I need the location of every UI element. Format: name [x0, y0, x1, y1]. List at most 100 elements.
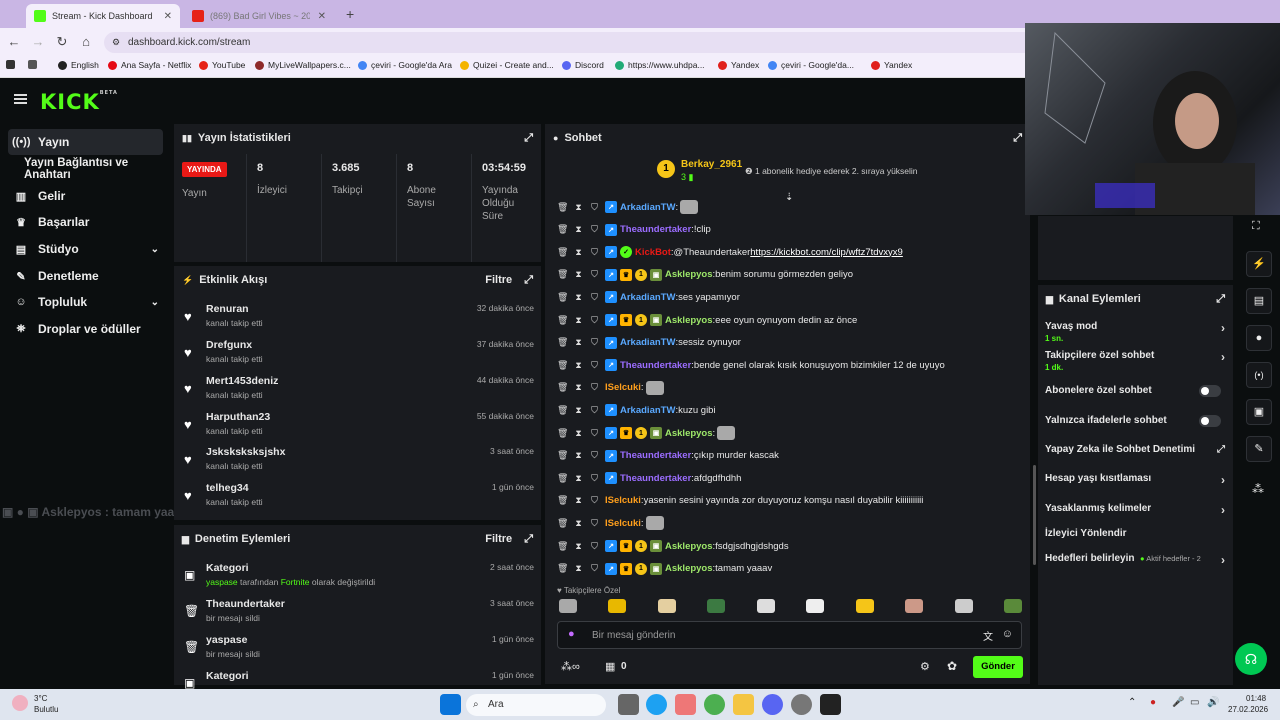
delete-message-icon[interactable]: 🗑: [557, 518, 568, 529]
chat-username[interactable]: Asklepyos: [665, 541, 713, 552]
chat-username[interactable]: Theaundertaker: [620, 224, 691, 235]
banned-words-row[interactable]: Yasaklanmış kelimeler ›: [1045, 503, 1225, 517]
ban-icon[interactable]: ⛉: [589, 315, 600, 326]
sidebar-item-topluluk[interactable]: ☺ Topluluk ⌄: [8, 289, 163, 315]
ban-icon[interactable]: ⛉: [589, 360, 600, 371]
site-info-icon[interactable]: ⚙: [112, 32, 120, 53]
tray-app-icon[interactable]: ●: [1150, 697, 1156, 708]
ban-icon[interactable]: ⛉: [589, 224, 600, 235]
tray-chevron-icon[interactable]: ⌃: [1128, 697, 1136, 708]
ban-icon[interactable]: ⛉: [589, 269, 600, 280]
delete-message-icon[interactable]: 🗑: [557, 360, 568, 371]
emote-icon[interactable]: [905, 599, 924, 613]
timeout-icon[interactable]: ⧗: [573, 360, 584, 371]
sidebar-item-droplar[interactable]: ⛯ Droplar ve ödüller: [8, 316, 163, 342]
delete-message-icon[interactable]: 🗑: [557, 541, 568, 552]
delete-message-icon[interactable]: 🗑: [557, 563, 568, 574]
emote-icon[interactable]: [954, 599, 973, 613]
delete-message-icon[interactable]: 🗑: [557, 337, 568, 348]
filter-button[interactable]: Filtre: [485, 274, 512, 286]
sidebar-toggle-icon[interactable]: [6, 60, 19, 69]
ban-icon[interactable]: ⛉: [589, 405, 600, 416]
expand-icon[interactable]: ⤢: [524, 533, 533, 546]
timeout-icon[interactable]: ⧗: [573, 292, 584, 303]
followers-only-row[interactable]: Takipçilere özel sohbet 1 dk. ›: [1045, 350, 1225, 372]
expand-icon[interactable]: ⤢: [1216, 293, 1225, 306]
network-icon[interactable]: ▭: [1190, 697, 1199, 708]
gifter-name[interactable]: Berkay_2961: [681, 159, 742, 170]
timeout-icon[interactable]: ⧗: [573, 315, 584, 326]
chat-username[interactable]: Asklepyos: [665, 563, 713, 574]
chat-username[interactable]: ISelcuki: [605, 495, 641, 506]
reload-icon[interactable]: ↻: [54, 34, 70, 50]
translate-icon[interactable]: 文: [983, 628, 993, 643]
microphone-tray-icon[interactable]: 🎤: [1172, 697, 1184, 708]
ban-icon[interactable]: ⛉: [589, 563, 600, 574]
tv-tool-icon[interactable]: ▣: [1246, 399, 1272, 425]
chrome-icon[interactable]: [704, 694, 725, 715]
account-age-row[interactable]: Hesap yaşı kısıtlaması ›: [1045, 473, 1225, 487]
sidebar-item-gelir[interactable]: ▥ Gelir: [8, 183, 163, 209]
task-view-icon[interactable]: [618, 694, 639, 715]
emote-icon[interactable]: [707, 599, 726, 613]
bookmark-item[interactable]: Discord: [562, 60, 604, 70]
close-tab-icon[interactable]: ✕: [318, 11, 326, 22]
expand-icon[interactable]: ⤢: [524, 274, 533, 287]
delete-message-icon[interactable]: 🗑: [557, 473, 568, 484]
timeout-icon[interactable]: ⧗: [573, 563, 584, 574]
obs-icon[interactable]: [791, 694, 812, 715]
chat-input[interactable]: ● Bir mesaj gönderin 文 ☺: [557, 621, 1022, 649]
weather-icon[interactable]: [12, 695, 28, 711]
delete-message-icon[interactable]: 🗑: [557, 495, 568, 506]
ban-icon[interactable]: ⛉: [589, 382, 600, 393]
expand-icon[interactable]: ⤢: [524, 132, 533, 145]
chat-username[interactable]: Asklepyos: [665, 315, 713, 326]
chat-tool-icon[interactable]: ●: [1246, 325, 1272, 351]
broadcast-tool-icon[interactable]: (•): [1246, 362, 1272, 388]
chat-username[interactable]: ArkadianTW: [620, 292, 675, 303]
timeout-icon[interactable]: ⧗: [573, 428, 584, 439]
filter-button[interactable]: Filtre: [485, 533, 512, 545]
emoji-icon[interactable]: ☺: [1002, 628, 1013, 640]
back-icon[interactable]: ←: [6, 34, 22, 50]
bookmark-item[interactable]: çeviri - Google'da...: [768, 60, 854, 70]
timeout-icon[interactable]: ⧗: [573, 269, 584, 280]
bookmark-item[interactable]: https://www.uhdpa...: [615, 60, 705, 70]
ban-icon[interactable]: ⛉: [589, 202, 600, 213]
delete-message-icon[interactable]: 🗑: [557, 292, 568, 303]
screen-capture-icon[interactable]: ⛶: [1252, 220, 1260, 233]
sidebar-item-denetleme[interactable]: ✎ Denetleme: [8, 263, 163, 289]
bookmark-item[interactable]: Yandex: [718, 60, 759, 70]
delete-message-icon[interactable]: 🗑: [557, 450, 568, 461]
ban-icon[interactable]: ⛉: [589, 518, 600, 529]
chat-username[interactable]: Theaundertaker: [620, 360, 691, 371]
emote-icon[interactable]: [855, 599, 874, 613]
file-explorer-icon[interactable]: [733, 694, 754, 715]
microphone-icon[interactable]: ●: [568, 628, 575, 640]
chat-scrollbar[interactable]: [1033, 465, 1036, 565]
bookmark-item[interactable]: çeviri - Google'da Ara: [358, 60, 452, 70]
tab-kick-dashboard[interactable]: Stream - Kick Dashboard ✕: [26, 4, 180, 28]
apps-icon[interactable]: [28, 60, 41, 69]
windows-start-icon[interactable]: [440, 694, 461, 715]
emote-only-toggle[interactable]: [1199, 415, 1221, 427]
timeout-icon[interactable]: ⧗: [573, 473, 584, 484]
ban-icon[interactable]: ⛉: [589, 473, 600, 484]
delete-message-icon[interactable]: 🗑: [557, 428, 568, 439]
timeout-icon[interactable]: ⧗: [573, 405, 584, 416]
sidebar-item-studyo[interactable]: ▤ Stüdyo ⌄: [8, 236, 163, 262]
chat-username[interactable]: ArkadianTW: [620, 405, 675, 416]
chat-username[interactable]: ArkadianTW: [620, 202, 675, 213]
home-icon[interactable]: ⌂: [78, 34, 94, 50]
subs-only-toggle[interactable]: [1199, 385, 1221, 397]
document-tool-icon[interactable]: ▤: [1246, 288, 1272, 314]
raid-row[interactable]: İzleyici Yönlendir: [1045, 528, 1225, 539]
ban-icon[interactable]: ⛉: [589, 450, 600, 461]
bookmark-item[interactable]: MyLiveWallpapers.c...: [255, 60, 351, 70]
ban-icon[interactable]: ⛉: [589, 541, 600, 552]
settings-icon[interactable]: ⚙: [920, 660, 930, 673]
ai-moderation-row[interactable]: Yapay Zeka ile Sohbet Denetimi ⤢: [1045, 444, 1225, 455]
sidebar-item-basarilar[interactable]: ♛ Başarılar: [8, 209, 163, 235]
timeout-icon[interactable]: ⧗: [573, 382, 584, 393]
bolt-tool-icon[interactable]: ⚡: [1246, 251, 1272, 277]
